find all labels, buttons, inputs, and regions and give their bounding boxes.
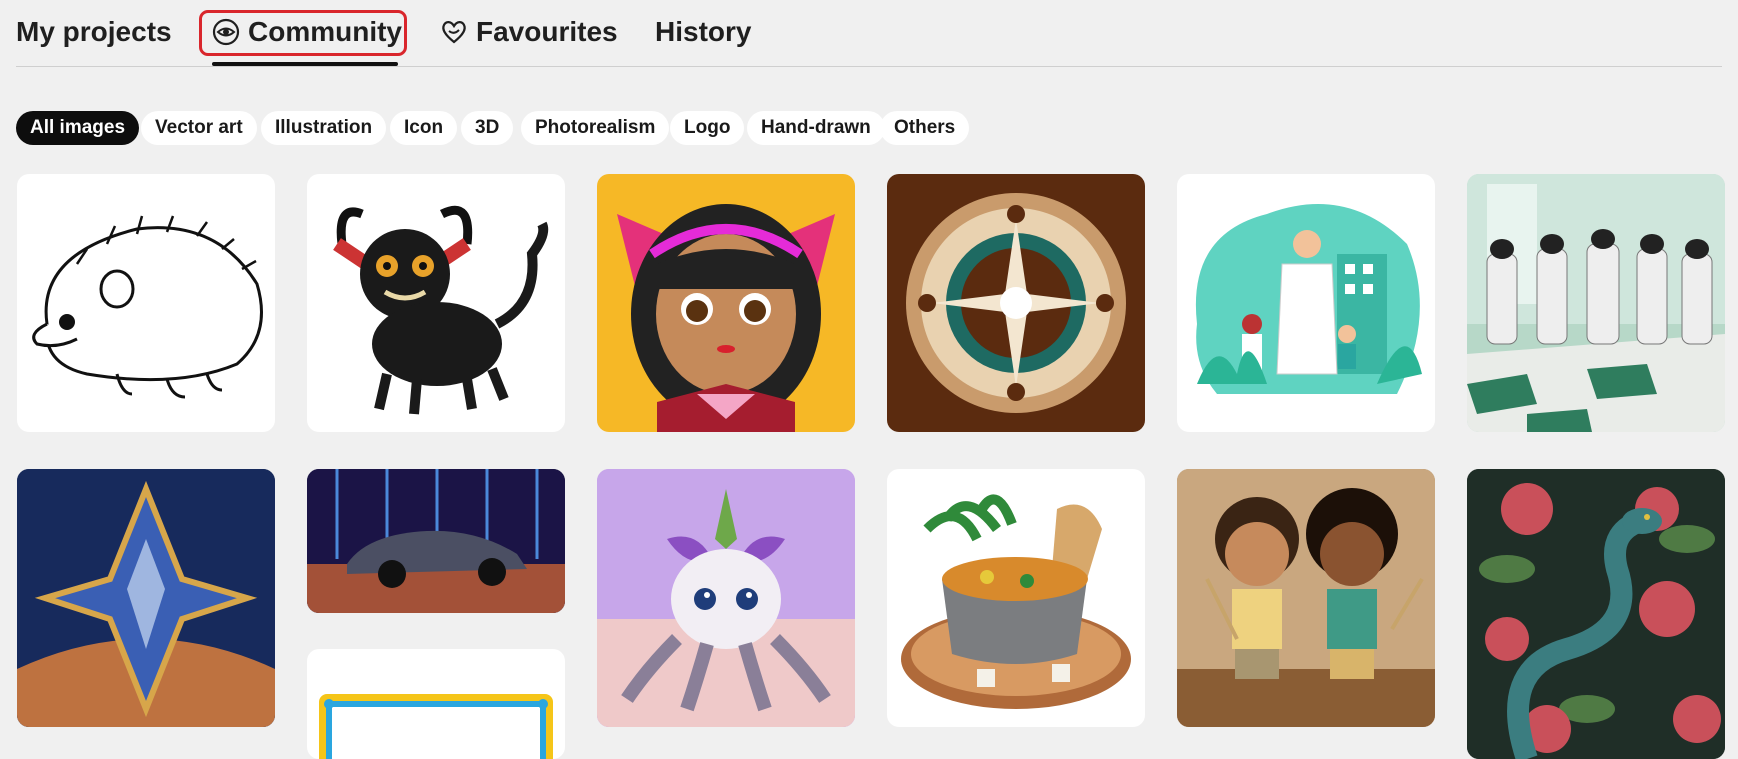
heart-icon (440, 18, 468, 46)
tab-history-label: History (655, 16, 752, 47)
gallery-item[interactable] (887, 174, 1145, 432)
doctor-icon (1195, 204, 1422, 394)
chip-photorealism[interactable]: Photorealism (521, 111, 670, 145)
tab-my-projects[interactable]: My projects (16, 14, 172, 50)
chip-illustration[interactable]: Illustration (261, 111, 387, 145)
boys-icon (1177, 469, 1435, 727)
eye-icon (212, 18, 240, 46)
chip-logo[interactable]: Logo (670, 111, 745, 145)
gallery-item[interactable] (1177, 174, 1435, 432)
gallery-item[interactable] (1467, 469, 1725, 759)
gallery-item[interactable] (307, 174, 565, 432)
gallery-item[interactable] (1467, 174, 1725, 432)
gallery-item[interactable] (597, 469, 855, 727)
gallery-item[interactable] (307, 469, 565, 613)
tab-community-label: Community (248, 16, 402, 47)
tab-bar: My projects Community Favourites History (16, 0, 1722, 67)
cows-icon (1467, 174, 1725, 432)
gallery-item[interactable] (887, 469, 1145, 727)
plant-creature-icon (597, 469, 855, 727)
stew-icon (901, 494, 1131, 709)
hedgehog-icon (32, 215, 263, 399)
gallery-item[interactable] (17, 469, 275, 727)
tab-favourites-label: Favourites (476, 16, 618, 47)
snake-roses-icon (1467, 469, 1725, 759)
chip-3d[interactable]: 3D (461, 111, 514, 145)
chip-hand-drawn[interactable]: Hand-drawn (747, 111, 885, 145)
chip-icon[interactable]: Icon (390, 111, 458, 145)
gallery-item[interactable] (597, 174, 855, 432)
star-icon (17, 469, 275, 727)
tab-history[interactable]: History (655, 14, 751, 50)
compass-icon (906, 193, 1126, 413)
tab-favourites[interactable]: Favourites (440, 14, 618, 50)
active-tab-indicator (212, 62, 398, 66)
car-icon (307, 469, 565, 613)
gallery-item[interactable] (17, 174, 275, 432)
frame-icon (319, 694, 553, 759)
chip-all-images[interactable]: All images (16, 111, 140, 145)
gallery-item[interactable] (307, 649, 565, 759)
girl-icon (617, 204, 835, 432)
chip-others[interactable]: Others (880, 111, 970, 145)
creature-icon (333, 205, 549, 415)
chip-vector-art[interactable]: Vector art (141, 111, 257, 145)
tab-community[interactable]: Community (212, 14, 402, 50)
tab-my-projects-label: My projects (16, 16, 172, 47)
gallery-item[interactable] (1177, 469, 1435, 727)
